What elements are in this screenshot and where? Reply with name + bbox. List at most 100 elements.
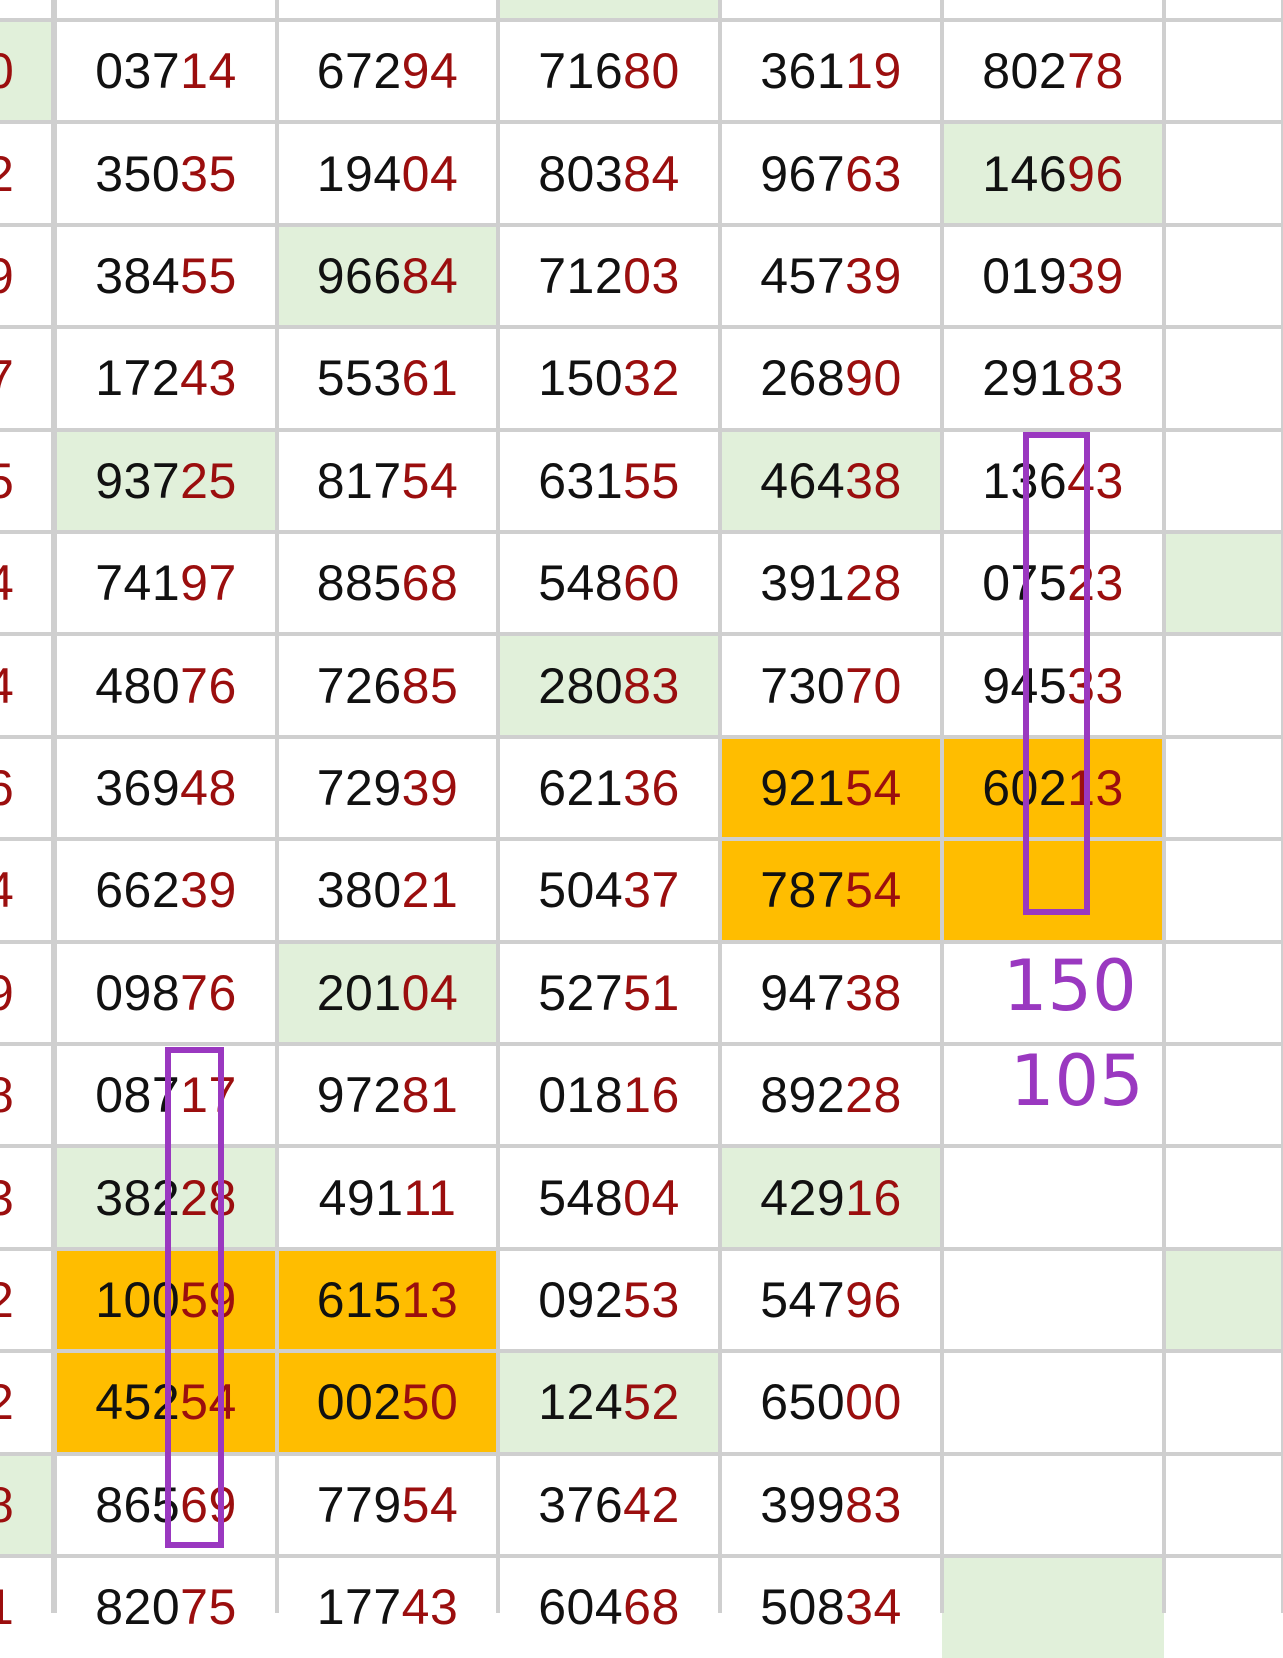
grid-cell[interactable]: 726 85 <box>277 634 498 736</box>
grid-cell[interactable] <box>1164 122 1283 224</box>
grid-cell[interactable]: 380 21 <box>277 839 498 941</box>
grid-cell[interactable] <box>498 0 720 20</box>
grid-cell[interactable]: 429 16 <box>720 1146 942 1249</box>
grid-cell[interactable]: 548 60 <box>498 532 720 634</box>
edge-cell[interactable]: 2 <box>0 1249 53 1351</box>
grid-cell[interactable]: 602 13 <box>942 736 1164 840</box>
grid-cell[interactable]: 779 54 <box>277 1454 498 1556</box>
grid-cell[interactable]: 817 54 <box>277 430 498 532</box>
grid-cell[interactable]: 716 80 <box>498 20 720 122</box>
grid-cell[interactable]: 087 17 <box>55 1044 277 1146</box>
grid-cell[interactable] <box>1164 839 1283 941</box>
grid-cell[interactable]: 150 32 <box>498 327 720 429</box>
grid-cell[interactable]: 729 39 <box>277 737 498 839</box>
grid-cell[interactable]: 972 81 <box>277 1044 498 1146</box>
grid-cell[interactable] <box>277 0 498 20</box>
grid-cell[interactable]: 019 39 <box>942 225 1164 327</box>
grid-cell[interactable]: 787 54 <box>720 839 942 942</box>
edge-cell[interactable]: 9 <box>0 225 53 327</box>
grid-cell[interactable]: 631 55 <box>498 430 720 532</box>
edge-cell[interactable]: 4 <box>0 532 53 634</box>
grid-cell[interactable]: 457 39 <box>720 225 942 327</box>
grid-cell[interactable]: 201 04 <box>277 941 498 1044</box>
grid-cell[interactable]: 615 13 <box>277 1248 498 1352</box>
grid-cell[interactable]: 384 55 <box>55 225 277 327</box>
grid-cell[interactable]: 075 23 <box>942 532 1164 634</box>
grid-cell[interactable]: 527 51 <box>498 942 720 1044</box>
grid-cell[interactable] <box>1164 327 1283 429</box>
grid-cell[interactable]: 376 42 <box>498 1454 720 1556</box>
edge-cell[interactable]: 4 <box>0 839 53 941</box>
grid-cell[interactable]: 002 50 <box>277 1351 498 1454</box>
grid-cell[interactable]: 937 25 <box>55 429 277 532</box>
grid-cell[interactable]: 504 37 <box>498 839 720 941</box>
grid-cell[interactable]: 177 43 <box>277 1556 498 1658</box>
grid-cell[interactable] <box>1164 737 1283 839</box>
grid-cell[interactable]: 194 04 <box>277 122 498 224</box>
grid-cell[interactable]: 146 96 <box>942 122 1164 225</box>
grid-cell[interactable]: 280 83 <box>498 634 720 737</box>
grid-cell[interactable]: 820 75 <box>55 1556 277 1658</box>
grid-cell[interactable] <box>1164 634 1283 736</box>
edge-cell[interactable]: 7 <box>0 327 53 429</box>
grid-cell[interactable]: 885 68 <box>277 532 498 634</box>
grid-cell[interactable] <box>942 1249 1164 1351</box>
grid-cell[interactable]: 547 96 <box>720 1249 942 1351</box>
grid-cell[interactable]: 921 54 <box>720 736 942 840</box>
edge-cell[interactable]: 1 <box>0 1556 53 1658</box>
edge-cell[interactable]: 8 <box>0 1044 53 1146</box>
grid-cell[interactable]: 136 43 <box>942 430 1164 532</box>
edge-cell[interactable]: 0 <box>0 20 53 123</box>
grid-cell[interactable] <box>942 1556 1164 1658</box>
grid-cell[interactable]: 865 69 <box>55 1454 277 1556</box>
grid-cell[interactable] <box>1164 20 1283 122</box>
grid-cell[interactable]: 802 78 <box>942 20 1164 122</box>
edge-cell[interactable]: 2 <box>0 1351 53 1453</box>
grid-cell[interactable]: 892 28 <box>720 1044 942 1146</box>
grid-cell[interactable]: 730 70 <box>720 634 942 736</box>
grid-cell[interactable] <box>1164 430 1283 532</box>
grid-cell[interactable]: 604 68 <box>498 1556 720 1658</box>
grid-cell[interactable]: 553 61 <box>277 327 498 429</box>
grid-cell[interactable] <box>1164 225 1283 327</box>
grid-cell[interactable] <box>942 1044 1164 1146</box>
grid-cell[interactable] <box>942 942 1164 1044</box>
grid-cell[interactable]: 672 94 <box>277 20 498 122</box>
grid-cell[interactable]: 037 14 <box>55 20 277 122</box>
grid-cell[interactable]: 291 83 <box>942 327 1164 429</box>
grid-cell[interactable] <box>1164 1351 1283 1453</box>
grid-cell[interactable]: 741 97 <box>55 532 277 634</box>
grid-cell[interactable] <box>1164 942 1283 1044</box>
grid-cell[interactable]: 712 03 <box>498 225 720 327</box>
grid-cell[interactable] <box>1164 532 1283 635</box>
grid-cell[interactable]: 480 76 <box>55 634 277 736</box>
grid-cell[interactable] <box>942 839 1164 942</box>
edge-cell[interactable]: 2 <box>0 122 53 224</box>
grid-cell[interactable]: 100 59 <box>55 1248 277 1352</box>
grid-cell[interactable]: 124 52 <box>498 1351 720 1454</box>
edge-cell[interactable]: 6 <box>0 737 53 839</box>
grid-cell[interactable]: 508 34 <box>720 1556 942 1658</box>
grid-cell[interactable]: 361 19 <box>720 20 942 122</box>
grid-cell[interactable] <box>1164 1044 1283 1146</box>
grid-cell[interactable] <box>1164 0 1283 20</box>
grid-cell[interactable] <box>942 1146 1164 1248</box>
grid-cell[interactable] <box>1164 1248 1283 1352</box>
grid-cell[interactable] <box>1164 1146 1283 1248</box>
grid-cell[interactable]: 391 28 <box>720 532 942 634</box>
grid-cell[interactable]: 947 38 <box>720 942 942 1044</box>
grid-cell[interactable]: 548 04 <box>498 1146 720 1248</box>
grid-cell[interactable]: 650 00 <box>720 1351 942 1453</box>
grid-cell[interactable]: 268 90 <box>720 327 942 429</box>
grid-cell[interactable]: 966 84 <box>277 224 498 328</box>
edge-cell[interactable]: 8 <box>0 1453 53 1556</box>
grid-cell[interactable]: 092 53 <box>498 1249 720 1351</box>
grid-cell[interactable]: 399 83 <box>720 1454 942 1556</box>
grid-cell[interactable]: 945 33 <box>942 634 1164 736</box>
grid-cell[interactable] <box>55 0 277 20</box>
grid-cell[interactable]: 382 28 <box>55 1146 277 1249</box>
grid-cell[interactable]: 098 76 <box>55 942 277 1044</box>
grid-cell[interactable]: 967 63 <box>720 122 942 224</box>
edge-cell[interactable]: 3 <box>0 1146 53 1248</box>
grid-cell[interactable]: 369 48 <box>55 737 277 839</box>
